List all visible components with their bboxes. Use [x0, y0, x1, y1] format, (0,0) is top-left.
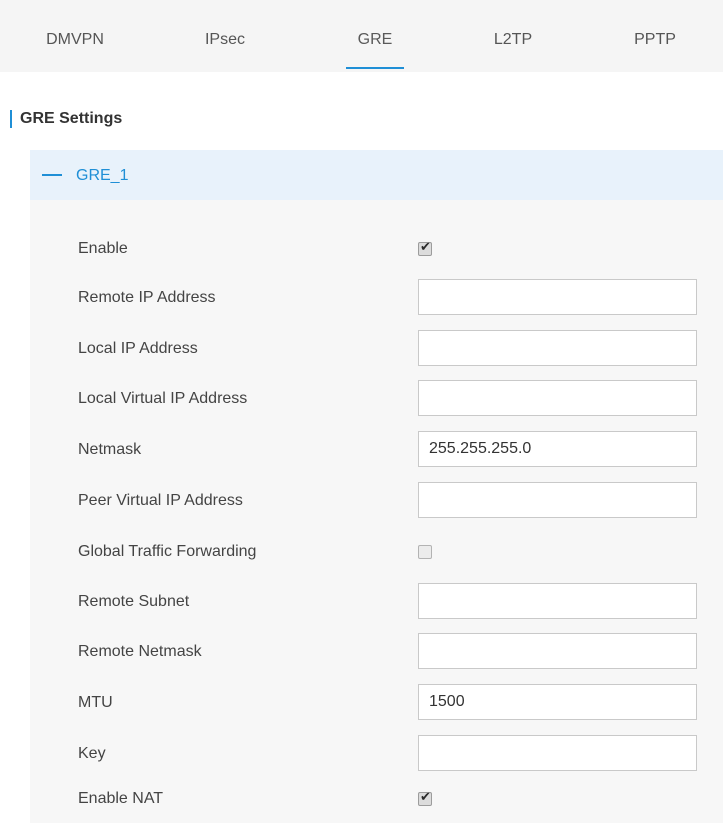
enable-label: Enable — [78, 240, 128, 257]
enable-checkbox[interactable]: ✔ — [418, 240, 432, 256]
form-row-key: Key — [30, 735, 723, 773]
tab-label: IPsec — [204, 31, 245, 48]
form-row-local-virtual-ip: Local Virtual IP Address — [30, 380, 723, 418]
form-row-remote-netmask: Remote Netmask — [30, 633, 723, 671]
form-row-enable: Enable ✔ — [30, 230, 723, 268]
remote-netmask-input[interactable] — [418, 633, 697, 669]
remote-ip-label: Remote IP Address — [78, 289, 216, 306]
remote-ip-input[interactable] — [418, 279, 697, 315]
checkmark-icon: ✔ — [420, 790, 431, 805]
form-row-mtu: MTU — [30, 684, 723, 722]
global-traffic-forwarding-label: Global Traffic Forwarding — [78, 543, 257, 560]
checkmark-icon: ✔ — [420, 240, 431, 255]
gre-1-panel: GRE_1 Enable ✔ Remote IP Address Local I… — [30, 150, 723, 823]
form-row-remote-ip: Remote IP Address — [30, 279, 723, 317]
tab-label: L2TP — [493, 31, 533, 48]
remote-subnet-label: Remote Subnet — [78, 593, 190, 610]
remote-netmask-label: Remote Netmask — [78, 643, 202, 660]
tab-ipsec[interactable]: IPsec — [170, 0, 280, 72]
enable-nat-checkbox[interactable]: ✔ — [418, 790, 432, 806]
enable-nat-label: Enable NAT — [78, 790, 164, 807]
tab-gre[interactable]: GRE — [320, 0, 430, 72]
remote-subnet-input[interactable] — [418, 583, 697, 619]
section-title: GRE Settings — [10, 110, 122, 128]
local-virtual-ip-label: Local Virtual IP Address — [78, 390, 248, 407]
form-row-global-traffic-forwarding: Global Traffic Forwarding — [30, 533, 723, 571]
gre-settings-page: DMVPN IPsec GRE L2TP PPTP GRE Settings G… — [0, 0, 723, 823]
tab-label: PPTP — [634, 31, 676, 48]
tab-label: DMVPN — [46, 31, 104, 48]
local-ip-label: Local IP Address — [78, 340, 198, 357]
key-label: Key — [78, 745, 106, 762]
form-row-enable-nat: Enable NAT ✔ — [30, 780, 723, 818]
minus-icon[interactable] — [42, 174, 62, 176]
local-ip-input[interactable] — [418, 330, 697, 366]
panel-header-label: GRE_1 — [76, 167, 129, 184]
local-virtual-ip-input[interactable] — [418, 380, 697, 416]
key-input[interactable] — [418, 735, 697, 771]
form-row-local-ip: Local IP Address — [30, 330, 723, 368]
tab-pptp[interactable]: PPTP — [600, 0, 710, 72]
tab-dmvpn[interactable]: DMVPN — [20, 0, 130, 72]
form-row-netmask: Netmask — [30, 431, 723, 469]
gre-1-panel-header[interactable]: GRE_1 — [30, 150, 723, 200]
active-tab-indicator — [346, 67, 404, 69]
peer-virtual-ip-label: Peer Virtual IP Address — [78, 492, 243, 509]
tab-l2tp[interactable]: L2TP — [458, 0, 568, 72]
netmask-input[interactable] — [418, 431, 697, 467]
form-row-remote-subnet: Remote Subnet — [30, 583, 723, 621]
mtu-label: MTU — [78, 694, 113, 711]
netmask-label: Netmask — [78, 441, 142, 458]
mtu-input[interactable] — [418, 684, 697, 720]
form-row-peer-virtual-ip: Peer Virtual IP Address — [30, 482, 723, 520]
vpn-tab-bar: DMVPN IPsec GRE L2TP PPTP — [0, 0, 723, 72]
global-traffic-forwarding-checkbox[interactable] — [418, 545, 432, 559]
tab-label: GRE — [357, 31, 393, 48]
peer-virtual-ip-input[interactable] — [418, 482, 697, 518]
